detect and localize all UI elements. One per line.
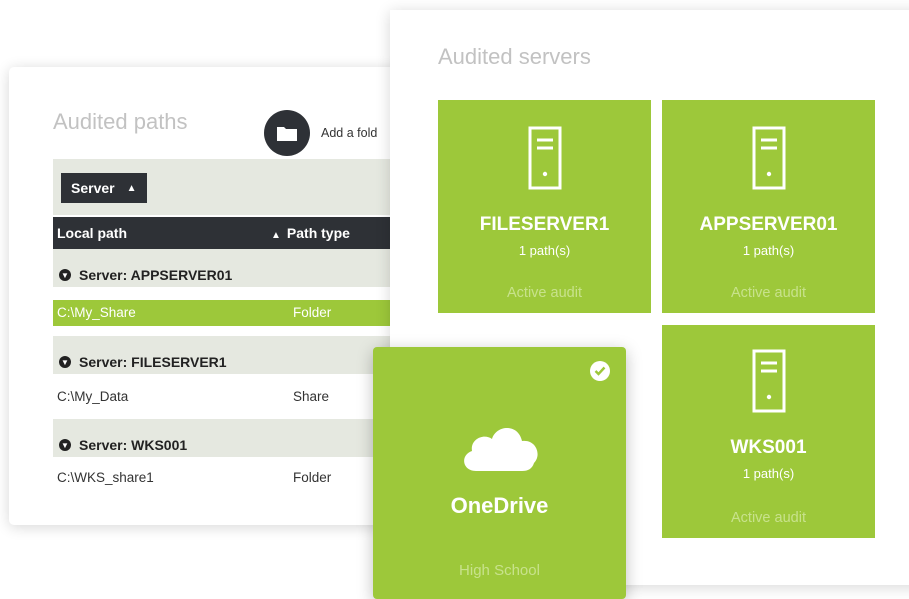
- folder-icon: [264, 110, 310, 156]
- group-label: Server: WKS001: [79, 437, 188, 453]
- audit-status: Active audit: [731, 510, 806, 526]
- local-path-cell: C:\WKS_share1: [57, 470, 154, 485]
- server-tile-wks001[interactable]: WKS001 1 path(s) Active audit: [662, 325, 875, 538]
- local-path-cell: C:\My_Data: [57, 389, 129, 404]
- group-header[interactable]: ▼ Server: APPSERVER01: [53, 249, 429, 287]
- add-folder-button[interactable]: Add a fold: [264, 110, 377, 156]
- server-icon: [752, 349, 786, 418]
- server-name: WKS001: [730, 437, 807, 458]
- table-header: Local path ▲ Path type: [53, 217, 429, 249]
- onedrive-status: High School: [459, 562, 540, 579]
- collapse-icon[interactable]: ▼: [59, 356, 71, 368]
- path-type-cell: Folder: [293, 305, 332, 320]
- path-type-cell: Share: [293, 389, 330, 404]
- column-header-local-path[interactable]: Local path: [57, 225, 127, 241]
- cloud-icon: [456, 421, 544, 478]
- local-path-cell: C:\My_Share: [57, 305, 136, 320]
- column-header-path-type[interactable]: ▲ Path type: [271, 225, 350, 241]
- server-icon: [752, 126, 786, 195]
- path-count: 1 path(s): [742, 466, 795, 481]
- server-tile-fileserver1[interactable]: FILESERVER1 1 path(s) Active audit: [438, 100, 651, 313]
- collapse-icon[interactable]: ▼: [59, 439, 71, 451]
- onedrive-name: OneDrive: [450, 493, 549, 518]
- group-label: Server: APPSERVER01: [79, 267, 233, 283]
- group-by-server-chip[interactable]: Server ▲: [61, 173, 147, 203]
- path-count: 1 path(s): [518, 243, 571, 258]
- add-folder-label: Add a fold: [321, 126, 378, 140]
- path-count: 1 path(s): [742, 243, 795, 258]
- panel-title: Audited servers: [438, 44, 591, 69]
- audit-status: Active audit: [731, 285, 806, 301]
- onedrive-tile[interactable]: OneDrive High School: [373, 347, 626, 599]
- server-tile-appserver01[interactable]: APPSERVER01 1 path(s) Active audit: [662, 100, 875, 313]
- chip-label: Server: [71, 180, 115, 196]
- path-type-cell: Folder: [293, 470, 332, 485]
- check-icon: [590, 361, 610, 381]
- server-icon: [528, 126, 562, 195]
- server-name: APPSERVER01: [699, 214, 838, 235]
- sort-ascending-icon: ▲: [126, 182, 137, 194]
- server-name: FILESERVER1: [479, 214, 610, 235]
- group-label: Server: FILESERVER1: [79, 354, 227, 370]
- audit-status: Active audit: [507, 285, 582, 301]
- sort-ascending-icon: ▲: [271, 230, 281, 241]
- collapse-icon[interactable]: ▼: [59, 269, 71, 281]
- group-by-bar: Server ▲: [53, 159, 429, 215]
- panel-title: Audited paths: [53, 109, 188, 134]
- table-row[interactable]: C:\My_Share Folder: [53, 300, 429, 326]
- audited-paths-panel: Audited paths Add a fold Server ▲ Local …: [9, 67, 429, 525]
